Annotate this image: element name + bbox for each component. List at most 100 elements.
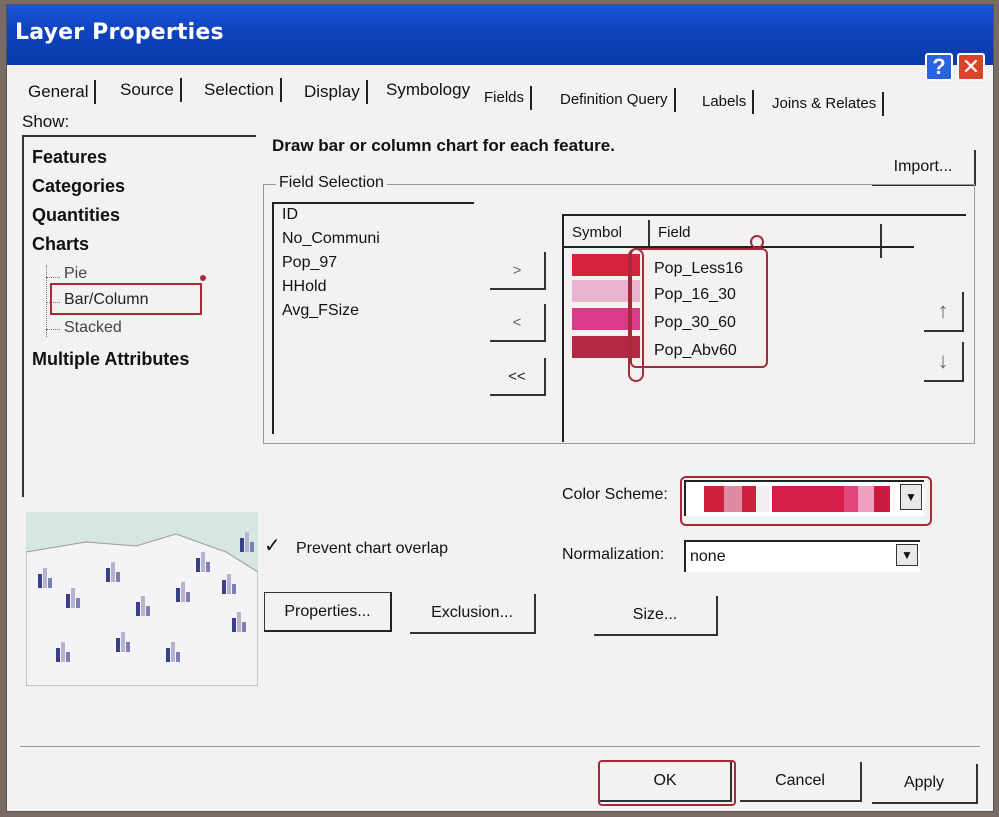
preview-bar	[121, 632, 125, 652]
preview-bar	[76, 598, 80, 608]
size-button[interactable]: Size...	[594, 596, 718, 636]
preview-bar	[146, 606, 150, 616]
category-charts[interactable]: Charts	[32, 234, 89, 255]
preview-bar	[48, 578, 52, 588]
preview-bar	[240, 538, 244, 552]
category-multiple-attributes[interactable]: Multiple Attributes	[32, 349, 189, 370]
field-annotation-highlight	[630, 248, 768, 368]
chart-description: Draw bar or column chart for each featur…	[272, 136, 615, 155]
list-item[interactable]: HHold	[282, 278, 326, 296]
properties-button[interactable]: Properties...	[264, 592, 392, 632]
preview-bar	[141, 596, 145, 616]
category-categories[interactable]: Categories	[32, 176, 125, 197]
chart-type-stacked[interactable]: Stacked	[64, 319, 122, 337]
close-icon: ✕	[961, 54, 981, 80]
list-item[interactable]: ID	[282, 206, 298, 224]
preview-bar	[196, 558, 200, 572]
preview-bar	[242, 622, 246, 632]
color-scheme-label: Color Scheme:	[562, 486, 668, 503]
help-button[interactable]: ?	[925, 53, 953, 81]
show-category-list: Features Categories Quantities Charts Pi…	[22, 135, 256, 497]
preview-bar	[61, 642, 65, 662]
cancel-button[interactable]: Cancel	[740, 762, 862, 802]
field-annotation-highlight	[628, 248, 644, 382]
preview-bar	[66, 652, 70, 662]
show-label: Show:	[22, 112, 70, 131]
tree-tick	[46, 277, 60, 279]
tree-connector	[46, 265, 48, 337]
exclusion-button[interactable]: Exclusion...	[410, 594, 536, 634]
preview-bar	[136, 602, 140, 616]
divider	[20, 746, 980, 747]
normalization-dropdown[interactable]: none ▼	[684, 540, 920, 572]
annotation-dot	[200, 275, 206, 281]
tab-fields[interactable]: Fields	[484, 86, 533, 110]
apply-button[interactable]: Apply	[872, 764, 978, 804]
preview-bar	[181, 582, 185, 602]
remove-field-button[interactable]: <	[490, 304, 546, 342]
category-features[interactable]: Features	[32, 147, 107, 168]
color-scheme-annotation-highlight	[680, 476, 932, 526]
category-quantities[interactable]: Quantities	[32, 205, 120, 226]
preview-bar	[171, 642, 175, 662]
column-divider	[880, 224, 882, 258]
remove-all-fields-button[interactable]: <<	[490, 358, 546, 396]
available-fields-list[interactable]: ID No_Communi Pop_97 HHold Avg_FSize	[272, 202, 474, 434]
chevron-down-icon[interactable]: ▼	[896, 544, 918, 566]
tab-symbology[interactable]: Symbology	[386, 78, 476, 102]
list-item[interactable]: Avg_FSize	[282, 302, 359, 320]
add-field-button[interactable]: >	[490, 252, 546, 290]
preview-bar	[232, 618, 236, 632]
preview-bar	[56, 648, 60, 662]
preview-bar	[116, 572, 120, 582]
preview-bar	[232, 584, 236, 594]
window-title: Layer Properties	[15, 20, 224, 45]
preview-bar	[227, 574, 231, 594]
list-item[interactable]: No_Communi	[282, 230, 380, 248]
list-item[interactable]: Pop_97	[282, 254, 337, 272]
arrow-down-icon: ↓	[937, 348, 949, 373]
arrow-up-icon: ↑	[937, 298, 949, 323]
preview-bar	[71, 588, 75, 608]
preview-bar	[206, 562, 210, 572]
preview-bar	[237, 612, 241, 632]
tab-joins-relates[interactable]: Joins & Relates	[772, 92, 885, 116]
import-button[interactable]: Import...	[872, 150, 976, 186]
preview-bar	[66, 594, 70, 608]
preview-bar	[222, 580, 226, 594]
tab-definition-query[interactable]: Definition Query	[560, 88, 676, 112]
field-selection-legend: Field Selection	[276, 174, 387, 192]
preview-bar	[176, 588, 180, 602]
move-up-button[interactable]: ↑	[924, 292, 964, 332]
tab-general[interactable]: General	[28, 80, 97, 104]
tree-tick	[46, 329, 60, 331]
prevent-overlap-label: Prevent chart overlap	[296, 540, 449, 557]
preview-bar	[116, 638, 120, 652]
symbol-column-header[interactable]: Symbol	[572, 220, 650, 246]
tab-source[interactable]: Source	[120, 78, 182, 102]
title-bar: Layer Properties ? ✕	[7, 5, 993, 81]
move-down-button[interactable]: ↓	[924, 342, 964, 382]
selection-highlight	[50, 283, 202, 315]
prevent-overlap-checkbox[interactable]: ✓	[264, 536, 284, 558]
preview-bar	[201, 552, 205, 572]
tab-selection[interactable]: Selection	[204, 78, 282, 102]
ok-annotation-highlight	[598, 760, 736, 806]
preview-bar	[43, 568, 47, 588]
preview-bar	[245, 532, 249, 552]
tab-display[interactable]: Display	[304, 80, 368, 104]
chart-type-pie[interactable]: Pie	[64, 265, 87, 283]
preview-bar	[250, 542, 254, 552]
preview-bar	[38, 574, 42, 588]
normalization-label: Normalization:	[562, 546, 665, 563]
preview-bar	[186, 592, 190, 602]
preview-bar	[166, 648, 170, 662]
normalization-value: none	[690, 548, 726, 565]
annotation-circle	[750, 235, 764, 249]
tab-labels[interactable]: Labels	[702, 90, 755, 114]
preview-bar	[111, 562, 115, 582]
close-button[interactable]: ✕	[957, 53, 985, 81]
preview-bar	[176, 652, 180, 662]
chart-preview-map	[26, 512, 258, 686]
preview-bar	[126, 642, 130, 652]
